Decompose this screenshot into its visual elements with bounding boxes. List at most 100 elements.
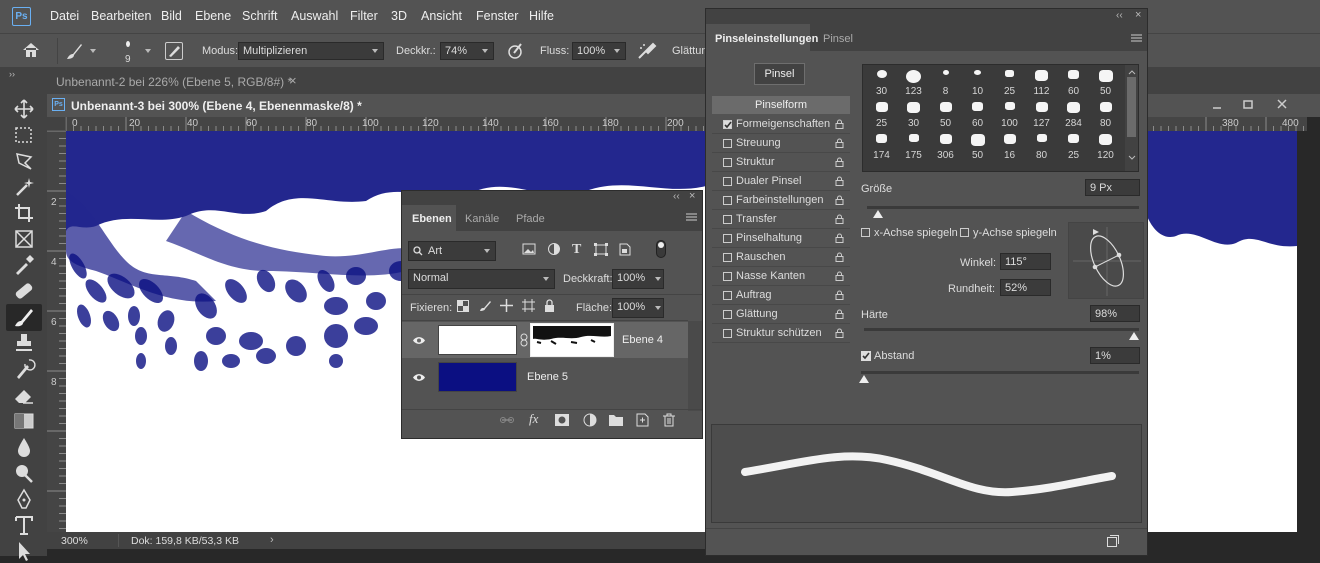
panel-header[interactable]: ‹‹ ×: [402, 190, 702, 205]
link-layers-icon[interactable]: [500, 414, 514, 426]
layer-name[interactable]: Ebene 4: [622, 334, 663, 346]
new-layer-icon[interactable]: [636, 413, 649, 427]
minimize-icon[interactable]: [1210, 98, 1224, 112]
filter-toggle[interactable]: [656, 240, 666, 258]
add-mask-icon[interactable]: [555, 414, 569, 426]
presets-scrollbar[interactable]: [1125, 65, 1138, 171]
lock-artboard-icon[interactable]: [522, 299, 535, 312]
brush-preset[interactable]: 284: [1059, 99, 1088, 129]
spacing-input[interactable]: 1%: [1090, 347, 1140, 364]
lasso-tool-icon[interactable]: [11, 149, 37, 173]
menu-3d[interactable]: 3D: [391, 9, 407, 23]
checkbox[interactable]: [723, 329, 732, 338]
brushes-button[interactable]: Pinsel: [754, 63, 805, 85]
brush-option-item[interactable]: Transfer: [712, 210, 850, 229]
brush-preset[interactable]: 10: [963, 67, 992, 97]
brush-preset[interactable]: 8: [931, 67, 960, 97]
frame-tool-icon[interactable]: [11, 227, 37, 251]
lock-icon[interactable]: [835, 271, 844, 281]
home-icon[interactable]: [22, 42, 40, 58]
menu-ebene[interactable]: Ebene: [195, 9, 231, 23]
eye-icon[interactable]: [412, 373, 426, 382]
hardness-slider-thumb[interactable]: [1128, 332, 1139, 340]
checkbox[interactable]: [723, 177, 732, 186]
brush-option-item[interactable]: Auftrag: [712, 286, 850, 305]
active-document-title[interactable]: Unbenannt-3 bei 300% (Ebene 4, Ebenenmas…: [71, 99, 362, 113]
brush-preset[interactable]: 306: [931, 131, 960, 161]
brush-tip-preview[interactable]: [126, 41, 130, 47]
lock-image-pixels-icon[interactable]: [479, 299, 492, 312]
lock-position-icon[interactable]: [500, 299, 513, 312]
status-menu-icon[interactable]: ›: [270, 534, 274, 546]
panel-menu-icon[interactable]: [1131, 34, 1142, 42]
brush-preset[interactable]: 25: [867, 99, 896, 129]
eye-icon[interactable]: [412, 336, 426, 345]
filter-shape-icon[interactable]: [594, 243, 608, 256]
chevron-down-icon[interactable]: [482, 49, 488, 53]
brush-preset[interactable]: 175: [899, 131, 928, 161]
hardness-input[interactable]: 98%: [1090, 305, 1140, 322]
tab-pfade[interactable]: Pfade: [516, 213, 545, 225]
layer-row[interactable]: Ebene 5: [402, 359, 688, 395]
marquee-tool-icon[interactable]: [11, 123, 37, 147]
checkbox[interactable]: [723, 196, 732, 205]
roundness-input[interactable]: 52%: [1000, 279, 1051, 296]
layer-row[interactable]: Ebene 4: [402, 322, 688, 358]
chevron-down-icon[interactable]: [1128, 155, 1136, 161]
lock-all-icon[interactable]: [544, 299, 555, 312]
angle-input[interactable]: 115°: [1000, 253, 1051, 270]
filter-adjustment-icon[interactable]: [547, 243, 561, 256]
brush-settings-toggle-icon[interactable]: [165, 42, 183, 60]
brush-tool-icon[interactable]: [6, 304, 42, 331]
filter-pixel-icon[interactable]: [522, 243, 536, 256]
lock-icon[interactable]: [835, 119, 844, 129]
panel-menu-icon[interactable]: [686, 213, 697, 221]
panel-header[interactable]: ‹‹ ×: [706, 9, 1147, 24]
ruler-origin[interactable]: [47, 117, 66, 131]
lock-icon[interactable]: [835, 328, 844, 338]
tab-pinsel[interactable]: Pinsel: [823, 33, 853, 45]
tab-pinseleinstellungen[interactable]: Pinseleinstellungen: [706, 24, 818, 52]
menu-filter[interactable]: Filter: [350, 9, 378, 23]
expand-panel-icon[interactable]: ››: [9, 69, 15, 79]
brush-option-item[interactable]: Rauschen: [712, 248, 850, 267]
maximize-icon[interactable]: [1241, 98, 1255, 112]
lock-icon[interactable]: [835, 176, 844, 186]
brush-preset[interactable]: 80: [1027, 131, 1056, 161]
link-icon[interactable]: [520, 333, 528, 347]
chevron-up-icon[interactable]: [1128, 69, 1136, 75]
close-icon[interactable]: ×: [689, 190, 695, 202]
menu-datei[interactable]: Datei: [50, 9, 79, 23]
brush-preset[interactable]: 30: [867, 67, 896, 97]
type-tool-icon[interactable]: [11, 513, 37, 537]
spacing-slider[interactable]: [861, 371, 1139, 374]
lock-icon[interactable]: [835, 157, 844, 167]
blur-tool-icon[interactable]: [11, 435, 37, 459]
brush-preset[interactable]: 100: [995, 99, 1024, 129]
chevron-down-icon[interactable]: [145, 49, 151, 53]
layer-name[interactable]: Ebene 5: [527, 371, 568, 383]
close-icon[interactable]: ×: [289, 73, 297, 88]
crop-tool-icon[interactable]: [11, 201, 37, 225]
brush-preset[interactable]: 174: [867, 131, 896, 161]
brush-preset[interactable]: 60: [963, 99, 992, 129]
brush-option-item[interactable]: Dualer Pinsel: [712, 172, 850, 191]
layer-mask-thumbnail[interactable]: [530, 323, 614, 357]
brush-option-item[interactable]: Nasse Kanten: [712, 267, 850, 286]
checkbox[interactable]: [723, 215, 732, 224]
chevron-down-icon[interactable]: [655, 277, 661, 281]
brush-preset[interactable]: 80: [1091, 99, 1120, 129]
brush-preset[interactable]: 25: [995, 67, 1024, 97]
history-brush-tool-icon[interactable]: [11, 357, 37, 381]
checkbox[interactable]: [723, 291, 732, 300]
brush-tool-preset-icon[interactable]: [64, 41, 84, 61]
lock-icon[interactable]: [835, 233, 844, 243]
brush-preset[interactable]: 127: [1027, 99, 1056, 129]
chevron-down-icon[interactable]: [90, 49, 96, 53]
brush-preset[interactable]: 123: [899, 67, 928, 97]
brush-option-item[interactable]: Formeigenschaften: [712, 115, 850, 134]
brush-preset[interactable]: 112: [1027, 67, 1056, 97]
size-input[interactable]: 9 Px: [1085, 179, 1140, 196]
menu-ansicht[interactable]: Ansicht: [421, 9, 462, 23]
checkbox[interactable]: [723, 310, 732, 319]
